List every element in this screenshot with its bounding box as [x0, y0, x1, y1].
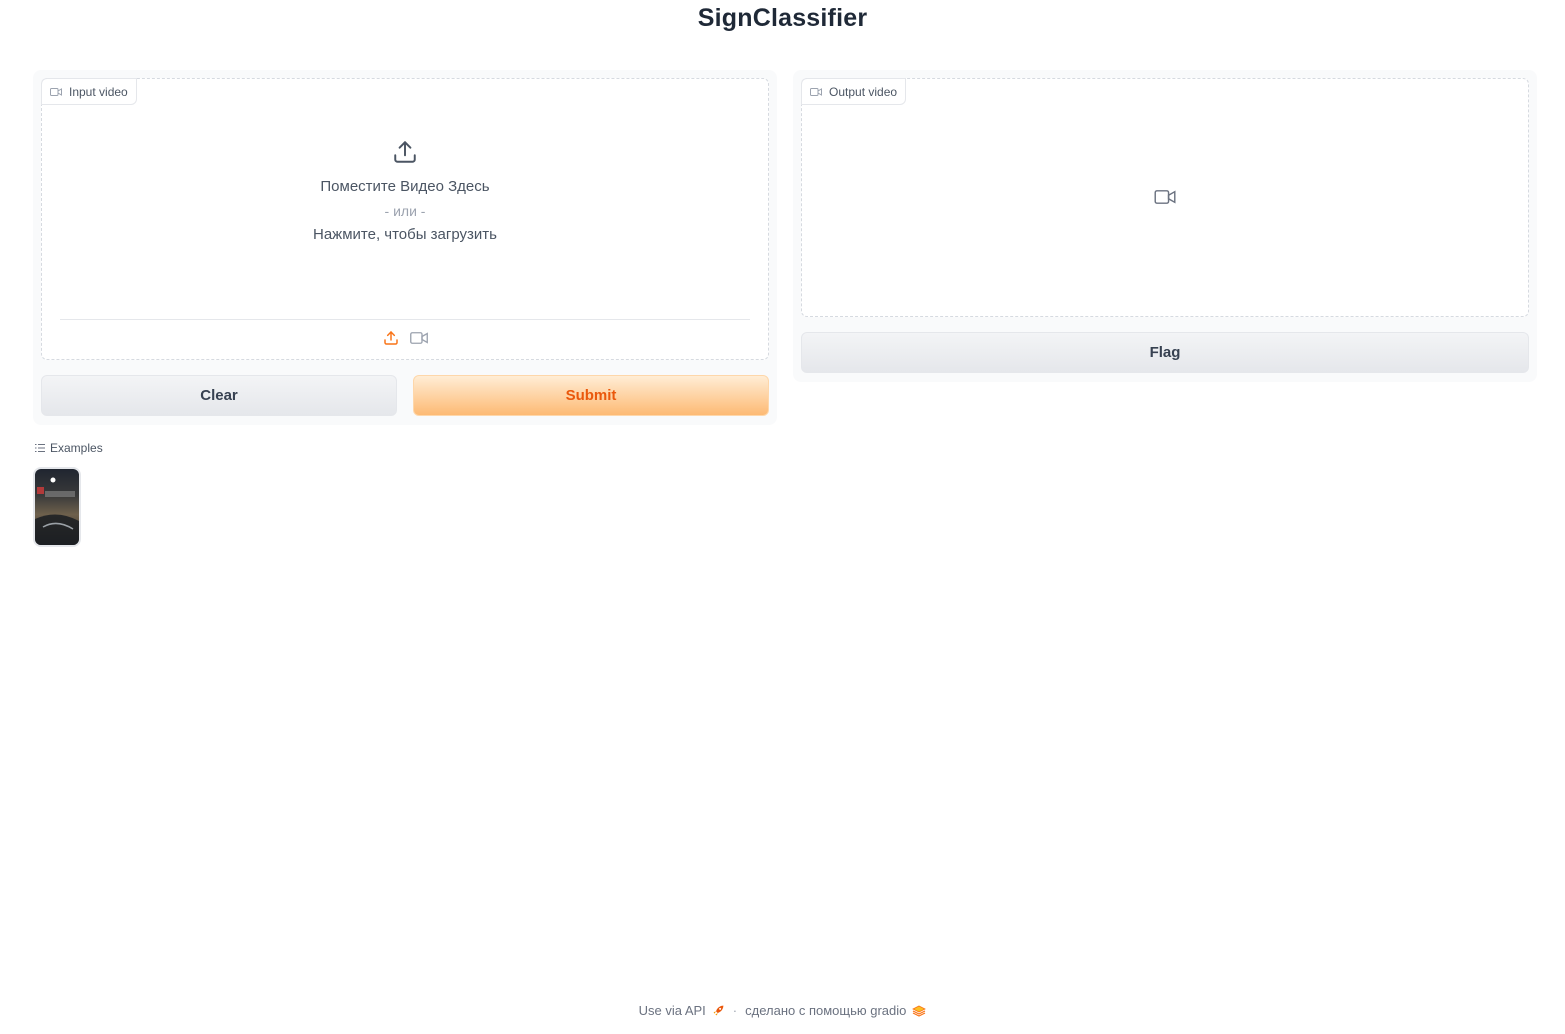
submit-button[interactable]: Submit [413, 375, 769, 416]
drop-text: Поместите Видео Здесь [320, 178, 490, 195]
example-video-thumbnail[interactable] [33, 467, 81, 547]
video-placeholder-icon [1154, 190, 1176, 204]
input-video-dropzone[interactable]: Input video Поместите Видео Здесь - или … [41, 78, 769, 360]
click-to-upload-text: Нажмите, чтобы загрузить [313, 226, 497, 243]
gradio-link[interactable]: сделано с помощью gradio [745, 1003, 927, 1018]
rocket-icon [713, 1005, 724, 1016]
output-panel: Output video Flag [793, 70, 1537, 382]
footer: Use via API · сделано с помощью gradio [0, 1003, 1565, 1018]
output-video-label: Output video [829, 84, 898, 99]
input-video-label: Input video [69, 84, 128, 99]
upload-source-icon [384, 331, 398, 345]
clear-button[interactable]: Clear [41, 375, 397, 416]
source-upload-button[interactable] [382, 329, 400, 347]
upload-icon [394, 141, 416, 163]
output-video-area: Output video [801, 78, 1529, 317]
list-icon [35, 444, 45, 452]
app-root: SignClassifier Input video Поместите Вид… [0, 0, 1565, 1034]
video-camera-icon [50, 87, 62, 96]
built-with-text: сделано с помощью gradio [745, 1003, 907, 1018]
or-text: - или - [384, 203, 426, 219]
examples-header: Examples [35, 441, 103, 455]
use-via-api-link[interactable]: Use via API [639, 1003, 725, 1018]
gradio-logo-icon [912, 1005, 927, 1017]
upload-area[interactable]: Поместите Видео Здесь - или - Нажмите, ч… [42, 139, 768, 247]
use-via-api-text: Use via API [638, 1003, 706, 1018]
footer-separator: · [732, 1003, 738, 1018]
input-video-label-tab: Input video [41, 78, 137, 105]
source-webcam-button[interactable] [410, 329, 428, 347]
source-selector [42, 329, 768, 347]
examples-label: Examples [50, 441, 103, 455]
output-video-label-tab: Output video [801, 78, 907, 105]
input-panel: Input video Поместите Видео Здесь - или … [33, 70, 777, 425]
video-camera-icon [810, 87, 822, 96]
page-title: SignClassifier [697, 4, 868, 32]
source-divider [60, 319, 750, 320]
example-video-frame [35, 469, 79, 545]
webcam-source-icon [410, 332, 428, 344]
flag-button[interactable]: Flag [801, 332, 1529, 373]
